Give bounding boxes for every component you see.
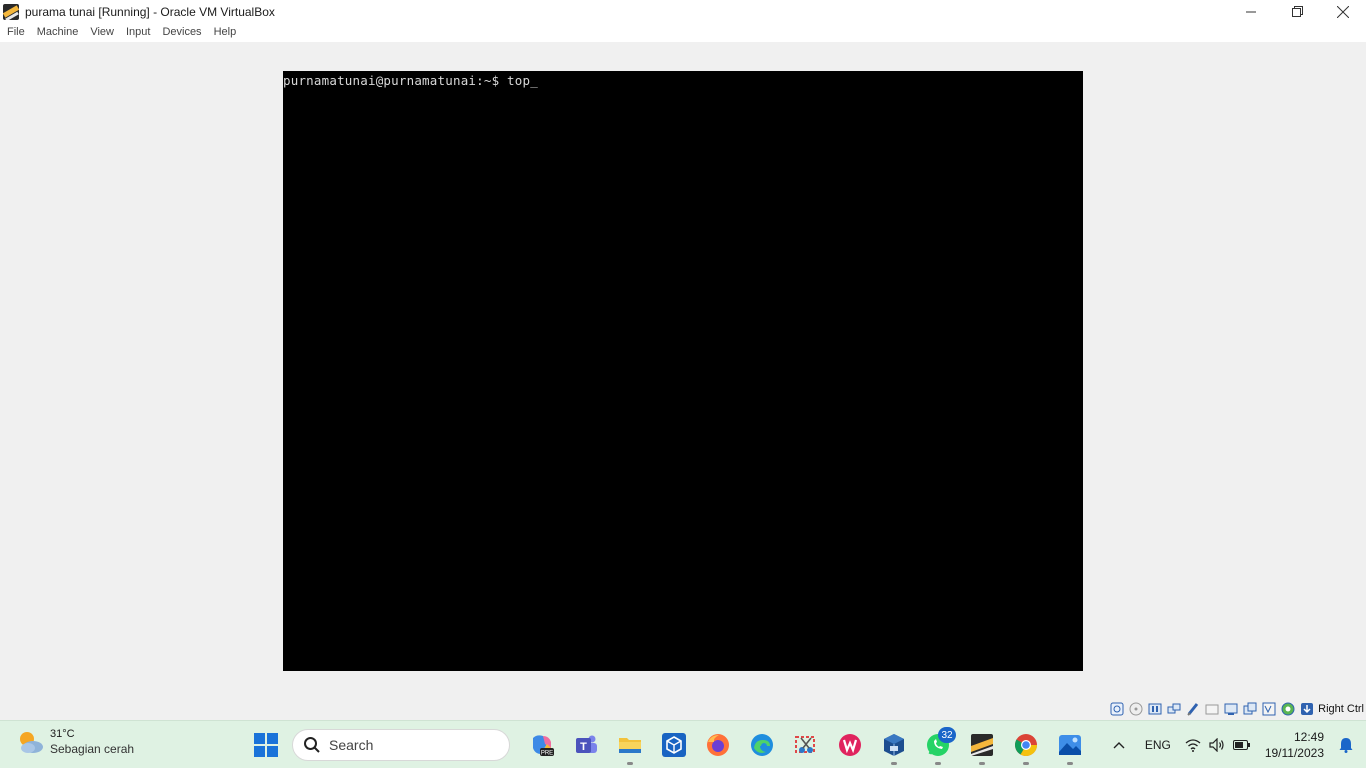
vm-status-bar: Right Ctrl xyxy=(0,698,1366,720)
taskbar-apps: PRE T xyxy=(250,721,1092,768)
close-button[interactable] xyxy=(1320,0,1366,23)
recording-icon[interactable] xyxy=(1242,701,1258,717)
copilot-icon: PRE xyxy=(533,735,554,757)
keyboard-capture-icon[interactable] xyxy=(1299,701,1315,717)
whatsapp-button[interactable]: 32 xyxy=(916,721,960,768)
language-indicator[interactable]: ENG xyxy=(1145,738,1171,752)
photos-icon xyxy=(1059,735,1081,755)
notifications-button[interactable] xyxy=(1332,731,1360,759)
edge-button[interactable] xyxy=(740,721,784,768)
file-explorer-button[interactable] xyxy=(608,721,652,768)
window-title: purama tunai [Running] - Oracle VM Virtu… xyxy=(25,4,275,19)
virtualbox-cube-icon xyxy=(884,734,904,756)
mouse-integration-icon[interactable] xyxy=(1280,701,1296,717)
bell-icon xyxy=(1339,738,1353,753)
window-controls xyxy=(1228,0,1366,23)
search-icon xyxy=(304,737,320,753)
host-key-label: Right Ctrl xyxy=(1318,703,1364,715)
system-tray: ENG 12:49 19/11/2023 xyxy=(1107,721,1366,768)
maximize-button[interactable] xyxy=(1274,0,1320,23)
optical-drive-icon[interactable] xyxy=(1128,701,1144,717)
wps-office-button[interactable] xyxy=(828,721,872,768)
menu-file[interactable]: File xyxy=(1,23,31,42)
menu-bar: File Machine View Input Devices Help xyxy=(0,23,1366,42)
close-icon xyxy=(1337,5,1349,18)
wps-office-icon xyxy=(839,734,861,756)
cpu-icon[interactable] xyxy=(1261,701,1277,717)
volume-control[interactable] xyxy=(1209,738,1225,752)
partly-sunny-icon xyxy=(16,728,44,756)
firefox-icon xyxy=(707,734,729,756)
vm-screen[interactable]: purnamatunai@purnamatunai:~$ top_ xyxy=(283,71,1083,671)
vm-window-icon xyxy=(971,734,993,756)
svg-text:T: T xyxy=(580,741,587,753)
start-button[interactable] xyxy=(252,731,280,759)
clock[interactable]: 12:49 19/11/2023 xyxy=(1265,729,1324,761)
clock-time: 12:49 xyxy=(1293,730,1324,744)
clock-date: 19/11/2023 xyxy=(1264,746,1324,760)
menu-help[interactable]: Help xyxy=(208,23,243,42)
teams-button[interactable]: T xyxy=(564,721,608,768)
search-box[interactable] xyxy=(292,729,510,761)
menu-machine[interactable]: Machine xyxy=(31,23,85,42)
firefox-button[interactable] xyxy=(696,721,740,768)
network-status[interactable] xyxy=(1185,738,1201,752)
vm-display-area: purnamatunai@purnamatunai:~$ top_ xyxy=(0,42,1366,698)
audio-icon[interactable] xyxy=(1147,701,1163,717)
display-icon[interactable] xyxy=(1223,701,1239,717)
weather-temperature: 31°C xyxy=(50,728,75,740)
copilot-pre-button[interactable]: PRE xyxy=(520,721,564,768)
weather-widget[interactable]: 31°C Sebagian cerah xyxy=(16,727,134,757)
photos-button[interactable] xyxy=(1048,721,1092,768)
usb-icon[interactable] xyxy=(1185,701,1201,717)
teams-icon: T xyxy=(576,735,597,753)
codesandbox-button[interactable] xyxy=(652,721,696,768)
codesandbox-icon xyxy=(662,733,686,757)
restore-icon xyxy=(1291,6,1303,17)
chrome-icon xyxy=(1015,734,1037,756)
chevron-up-icon xyxy=(1113,742,1125,749)
status-indicators: Right Ctrl xyxy=(1106,701,1364,717)
show-hidden-icons-button[interactable] xyxy=(1107,733,1131,757)
title-bar[interactable]: purama tunai [Running] - Oracle VM Virtu… xyxy=(0,0,1366,23)
snipping-tool-icon xyxy=(795,736,815,753)
menu-devices[interactable]: Devices xyxy=(156,23,207,42)
battery-status[interactable] xyxy=(1232,739,1251,751)
weather-description: Sebagian cerah xyxy=(50,742,135,756)
menu-view[interactable]: View xyxy=(84,23,120,42)
search-input[interactable] xyxy=(329,737,489,753)
shared-folders-icon[interactable] xyxy=(1204,701,1220,717)
chrome-button[interactable] xyxy=(1004,721,1048,768)
whatsapp-badge: 32 xyxy=(938,727,956,743)
virtualbox-icon xyxy=(3,3,19,20)
folder-icon xyxy=(619,738,641,753)
terminal-prompt-line: purnamatunai@purnamatunai:~$ top_ xyxy=(283,73,538,88)
vm-window-button[interactable] xyxy=(960,721,1004,768)
virtualbox-button[interactable] xyxy=(872,721,916,768)
speaker-icon xyxy=(1209,738,1224,752)
network-icon[interactable] xyxy=(1166,701,1182,717)
snipping-tool-button[interactable] xyxy=(784,721,828,768)
menu-input[interactable]: Input xyxy=(120,23,156,42)
battery-icon xyxy=(1232,740,1250,750)
taskbar: 31°C Sebagian cerah PRE T xyxy=(0,720,1366,768)
edge-icon xyxy=(751,734,773,756)
wifi-icon xyxy=(1185,739,1201,752)
minimize-icon xyxy=(1246,11,1256,12)
svg-text:PRE: PRE xyxy=(541,751,553,757)
minimize-button[interactable] xyxy=(1228,0,1274,23)
hard-disk-icon[interactable] xyxy=(1109,701,1125,717)
